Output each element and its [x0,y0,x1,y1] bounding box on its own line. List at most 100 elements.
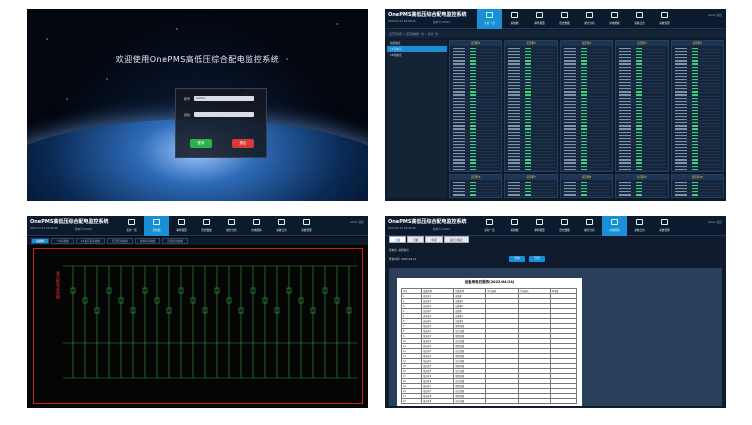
chart-icon [228,219,235,225]
login-box: 账号 admin 密码 登录 退出 [175,88,267,158]
nav-system-diagram[interactable]: 系统图 [144,216,169,236]
nav-realtime[interactable]: 实时一览 [477,216,502,236]
cabinet-card[interactable]: 高压柜2 [504,40,558,172]
nav-alarms[interactable]: 事件报警 [527,216,552,236]
report-title: 设备用电日报表(2022/04/14) [464,280,515,284]
measurement-row [452,193,500,197]
tree-item[interactable]: 2#配电室 [387,52,447,58]
nav-statistics[interactable]: 统计分析 [577,9,602,29]
monitor-icon [486,219,493,225]
cabinet-card[interactable]: 高压柜10 [670,174,724,198]
diagram-icon [511,219,518,225]
monitor-icon [128,219,135,225]
tab-transformer[interactable]: 2#变压器系统图 [75,238,106,244]
cabinet-card[interactable]: 高压柜4 [615,40,669,172]
measurement-row [507,193,555,197]
log-icon [278,219,285,225]
nav-history[interactable]: 历史数据 [552,9,577,29]
alarm-icon [178,219,185,225]
table-cell [549,398,578,404]
app-title: OnePMS高低压综合配电监控系统 [30,219,109,225]
app-header: OnePMS高低压综合配电监控系统 2022-04-15 18:08:46 版本… [27,216,368,236]
header-date: 2022-04-15 18:08:46 [30,227,58,230]
table-cell: 22 [400,398,423,404]
tab-dc-panel[interactable]: 直流屏系统图 [162,238,188,244]
nav-logs[interactable]: 系统日志 [269,216,294,236]
nav-admin[interactable]: 系统管理 [652,9,677,29]
tab-monthly[interactable]: 月报 [407,236,425,243]
password-input[interactable] [194,112,254,117]
date-filter[interactable]: 查询时间: 2022-04-14 [389,257,416,261]
app-title: OnePMS高低压综合配电监控系统 [388,219,467,225]
monitor-icon [486,12,493,18]
realtime-overview-screen: OnePMS高低压综合配电监控系统 2022-04-15 18:08:46 版本… [385,9,726,201]
cabinet-card[interactable]: 高压柜7 [504,174,558,198]
energy-icon [611,12,618,18]
energy-icon [253,219,260,225]
chart-icon [586,12,593,18]
nav-energy[interactable]: 用电能耗 [602,9,627,29]
nav-history[interactable]: 历史数据 [194,216,219,236]
cabinet-card[interactable]: 高压柜5 [670,40,724,172]
table-cell [485,398,519,404]
cabinet-card[interactable]: 高压柜8 [559,174,614,198]
user-info[interactable]: admin 退出 [350,220,364,224]
username-input[interactable]: admin [194,96,254,101]
room-filter[interactable]: 配电房: 总配电房 [389,248,409,252]
nav-energy[interactable]: 用电能耗 [244,216,269,236]
report-tabs: 日报 月报 年报 自定义报表 [389,236,469,243]
tab-yearly[interactable]: 年报 [425,236,443,243]
nav-system-diagram[interactable]: 系统图 [502,9,527,29]
tab-system[interactable]: 系统图 [31,238,49,244]
measurement-row [452,168,500,171]
nav-realtime[interactable]: 实时一览 [477,9,502,29]
nav-alarms[interactable]: 事件报警 [527,9,552,29]
tab-lv-cabinet[interactable]: 低压柜系统图 [107,238,133,244]
query-button[interactable]: 查询 [509,256,525,262]
device-tree: 总配电房 1#配电室 2#配电室 [387,40,447,198]
cabinet-card[interactable]: 高压柜6 [449,174,503,198]
gear-icon [661,12,668,18]
nav-realtime[interactable]: 实时一览 [119,216,144,236]
user-info[interactable]: admin 退出 [708,13,722,17]
nav-statistics[interactable]: 统计分析 [577,216,602,236]
cabinet-card[interactable]: 高压柜3 [559,40,614,172]
nav-admin[interactable]: 系统管理 [652,216,677,236]
tab-custom[interactable]: 自定义报表 [443,236,469,243]
report-page: 设备用电日报表(2022/04/14) 序号 设备名称 回路名称 昨日表码 今日表码 用电… [397,278,582,406]
header-version: 版本号:V2022 [433,228,451,231]
measurement-row [507,168,555,171]
history-icon [203,219,210,225]
nav-history[interactable]: 历史数据 [552,216,577,236]
report-viewer: 设备用电日报表(2022/04/14) 序号 设备名称 回路名称 昨日表码 今日表码 用电… [389,268,722,406]
breadcrumb: 高压开关柜 > 高压配电柜一览 > 实时一览 [385,30,726,38]
nav-energy[interactable]: 用电能耗 [602,216,627,236]
password-label: 密码 [184,113,191,117]
tab-primary[interactable]: 一次系统图 [50,238,74,244]
diagram-icon [511,12,518,18]
export-button[interactable]: 导出 [529,256,545,262]
user-info[interactable]: admin 退出 [708,220,722,224]
cabinet-card[interactable]: 高压柜1 [449,40,503,172]
app-header: OnePMS高低压综合配电监控系统 2022-04-15 18:08:46 版本… [385,216,726,236]
nav-statistics[interactable]: 统计分析 [219,216,244,236]
nav-system-diagram[interactable]: 系统图 [502,216,527,236]
history-icon [561,219,568,225]
nav-logs[interactable]: 系统日志 [627,9,652,29]
log-icon [636,12,643,18]
nav-alarms[interactable]: 事件报警 [169,216,194,236]
nav-logs[interactable]: 系统日志 [627,216,652,236]
user-label: 账号 [184,97,191,101]
cabinet-card[interactable]: 高压柜9 [615,174,669,198]
tab-daily[interactable]: 日报 [389,236,407,243]
report-table: 序号 设备名称 回路名称 昨日表码 今日表码 用电量 1 高压柜1 进线柜 2 高压柜1 出线柜1 3… [400,288,578,404]
app-title: OnePMS高低压综合配电监控系统 [388,12,467,18]
log-icon [636,219,643,225]
alarm-icon [536,12,543,18]
history-icon [561,12,568,18]
nav-admin[interactable]: 系统管理 [294,216,319,236]
tab-generator[interactable]: 发电机系统图 [134,238,161,244]
exit-button[interactable]: 退出 [232,139,254,148]
login-button[interactable]: 登录 [190,139,212,148]
header-date: 2022-04-15 18:08:46 [388,20,416,23]
